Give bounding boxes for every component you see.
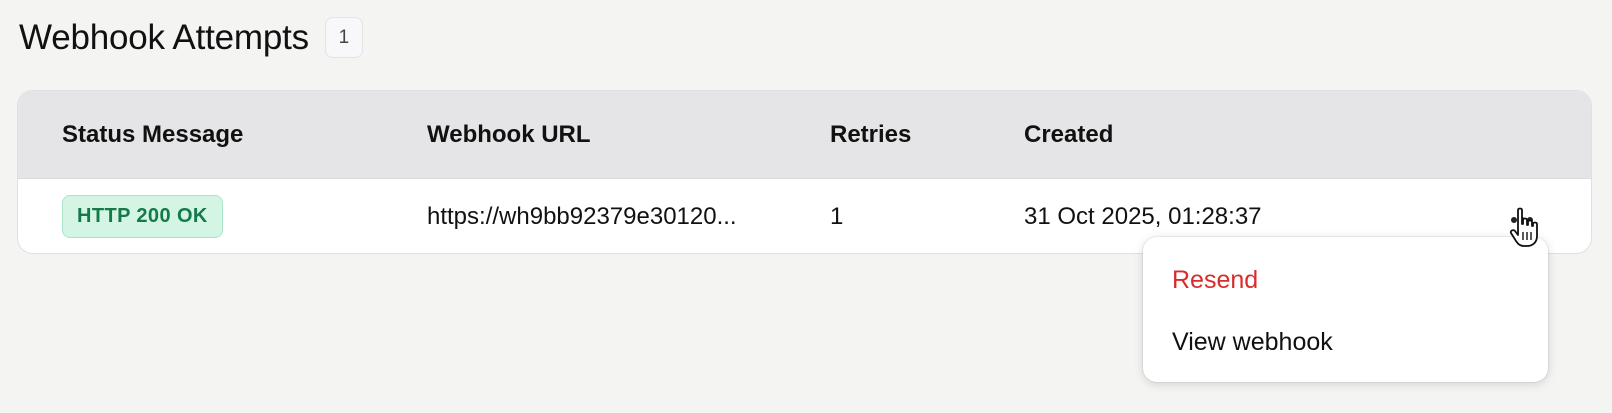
table-header-row: Status Message Webhook URL Retries Creat…: [18, 91, 1591, 179]
webhook-url-cell: https://wh9bb92379e30120...: [427, 202, 737, 230]
status-cell: HTTP 200 OK: [62, 179, 223, 253]
column-header-webhook-url: Webhook URL: [427, 121, 591, 148]
row-actions-menu: Resend View webhook: [1143, 237, 1548, 382]
webhook-attempts-table: Status Message Webhook URL Retries Creat…: [17, 90, 1592, 254]
column-header-retries: Retries: [830, 121, 912, 148]
retries-cell: 1: [830, 202, 844, 230]
page-header: Webhook Attempts 1: [19, 17, 363, 58]
page-title: Webhook Attempts: [19, 17, 309, 57]
row-actions-button[interactable]: [1506, 205, 1546, 235]
column-header-created: Created: [1024, 121, 1114, 148]
column-header-status-message: Status Message: [62, 121, 244, 148]
ellipsis-icon: [1511, 217, 1533, 223]
status-badge: HTTP 200 OK: [62, 195, 223, 238]
menu-item-view-webhook[interactable]: View webhook: [1143, 311, 1548, 373]
attempts-count-badge: 1: [324, 17, 363, 58]
webhook-attempts-page: Webhook Attempts 1 Status Message Webhoo…: [0, 0, 1612, 413]
menu-item-resend[interactable]: Resend: [1143, 249, 1548, 311]
